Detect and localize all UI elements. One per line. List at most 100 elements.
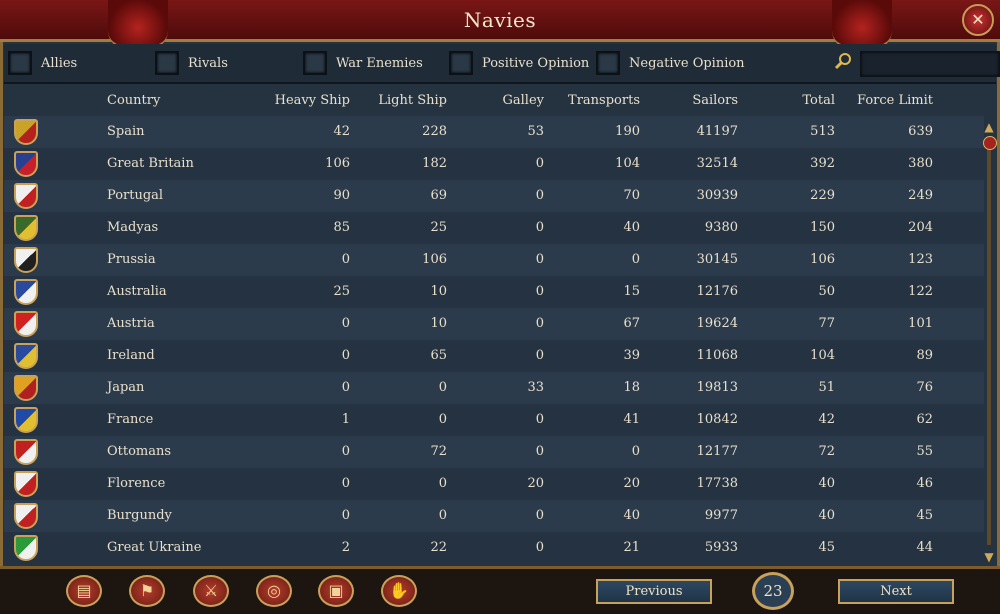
country-flag-icon[interactable] xyxy=(14,311,38,337)
flag-button[interactable]: ⚑ xyxy=(129,575,165,607)
column-header-force-limit[interactable]: Force Limit xyxy=(857,93,933,108)
scroll-track[interactable] xyxy=(987,140,991,545)
scroll-up-icon[interactable]: ▲ xyxy=(982,120,996,134)
rivals-checkbox[interactable] xyxy=(155,51,179,75)
country-flag-icon[interactable] xyxy=(14,471,38,497)
scrollbar[interactable]: ▲ ▼ xyxy=(982,118,997,570)
table-row[interactable]: Great Ukraine 2 22 0 21 5933 45 44 xyxy=(4,532,984,564)
cell-country: Australia xyxy=(107,284,167,299)
country-flag-icon[interactable] xyxy=(14,215,38,241)
table-row[interactable]: Spain 42 228 53 190 41197 513 639 xyxy=(4,116,984,148)
column-header-light-ship[interactable]: Light Ship xyxy=(378,93,447,108)
cell-sailors: 41197 xyxy=(696,124,738,139)
cell-light: 0 xyxy=(438,508,447,523)
cell-heavy: 0 xyxy=(341,476,350,491)
war-enemies-checkbox[interactable] xyxy=(303,51,327,75)
table-row[interactable]: Japan 0 0 33 18 19813 51 76 xyxy=(4,372,984,404)
filter-label: War Enemies xyxy=(336,55,423,71)
cell-light: 0 xyxy=(438,476,447,491)
table-row[interactable]: Prussia 0 106 0 0 30145 106 123 xyxy=(4,244,984,276)
cell-heavy: 1 xyxy=(341,412,350,427)
cell-heavy: 0 xyxy=(341,380,350,395)
cell-sailors: 10842 xyxy=(696,412,738,427)
cell-light: 69 xyxy=(430,188,447,203)
flag-icon: ⚑ xyxy=(139,581,155,600)
country-flag-icon[interactable] xyxy=(14,151,38,177)
table-row[interactable]: Burgundy 0 0 0 40 9977 40 45 xyxy=(4,500,984,532)
cell-heavy: 0 xyxy=(341,316,350,331)
cell-transports: 67 xyxy=(623,316,640,331)
cell-total: 40 xyxy=(818,476,835,491)
cell-transports: 40 xyxy=(623,220,640,235)
cell-force-limit: 249 xyxy=(908,188,933,203)
cell-galley: 0 xyxy=(535,508,544,523)
country-flag-icon[interactable] xyxy=(14,439,38,465)
country-flag-icon[interactable] xyxy=(14,407,38,433)
cell-sailors: 30939 xyxy=(696,188,738,203)
table-row[interactable]: Portugal 90 69 0 70 30939 229 249 xyxy=(4,180,984,212)
search-icon[interactable] xyxy=(834,52,852,70)
filter-positive-opinion[interactable]: Positive Opinion xyxy=(449,51,589,75)
country-flag-icon[interactable] xyxy=(14,279,38,305)
column-header-sailors[interactable]: Sailors xyxy=(692,93,738,108)
country-flag-icon[interactable] xyxy=(14,503,38,529)
cell-country: Portugal xyxy=(107,188,164,203)
country-flag-icon[interactable] xyxy=(14,535,38,561)
scroll-down-icon[interactable]: ▼ xyxy=(982,550,996,564)
country-flag-icon[interactable] xyxy=(14,375,38,401)
allies-checkbox[interactable] xyxy=(8,51,32,75)
cell-total: 45 xyxy=(818,540,835,555)
search-input[interactable] xyxy=(860,51,1000,77)
table-row[interactable]: Florence 0 0 20 20 17738 40 46 xyxy=(4,468,984,500)
column-header-country[interactable]: Country xyxy=(107,93,160,108)
country-flag-icon[interactable] xyxy=(14,183,38,209)
cell-transports: 104 xyxy=(615,156,640,171)
cell-country: Great Britain xyxy=(107,156,194,171)
ledger-button[interactable]: ▤ xyxy=(66,575,102,607)
cell-sailors: 12177 xyxy=(696,444,738,459)
close-button[interactable]: ✕ xyxy=(962,4,994,36)
filter-negative-opinion[interactable]: Negative Opinion xyxy=(596,51,745,75)
cell-total: 104 xyxy=(810,348,835,363)
previous-button[interactable]: Previous xyxy=(596,579,712,604)
cell-transports: 39 xyxy=(623,348,640,363)
table-row[interactable]: Ottomans 0 72 0 0 12177 72 55 xyxy=(4,436,984,468)
filter-rivals[interactable]: Rivals xyxy=(155,51,228,75)
table-row[interactable]: Austria 0 10 0 67 19624 77 101 xyxy=(4,308,984,340)
country-flag-icon[interactable] xyxy=(14,119,38,145)
cell-total: 50 xyxy=(818,284,835,299)
trade-goods-button[interactable]: ▣ xyxy=(318,575,354,607)
table-row[interactable]: France 1 0 0 41 10842 42 62 xyxy=(4,404,984,436)
table-row[interactable]: Australia 25 10 0 15 12176 50 122 xyxy=(4,276,984,308)
cell-total: 72 xyxy=(818,444,835,459)
cell-transports: 0 xyxy=(631,252,640,267)
cell-light: 72 xyxy=(430,444,447,459)
cell-transports: 15 xyxy=(623,284,640,299)
column-header-galley[interactable]: Galley xyxy=(503,93,545,108)
filter-war-enemies[interactable]: War Enemies xyxy=(303,51,423,75)
table-row[interactable]: Ireland 0 65 0 39 11068 104 89 xyxy=(4,340,984,372)
crossed-swords-button[interactable]: ⚔ xyxy=(193,575,229,607)
country-flag-icon[interactable] xyxy=(14,247,38,273)
table-row[interactable]: Great Britain 106 182 0 104 32514 392 380 xyxy=(4,148,984,180)
table-row[interactable]: Madyas 85 25 0 40 9380 150 204 xyxy=(4,212,984,244)
column-header-transports[interactable]: Transports xyxy=(568,93,640,108)
country-flag-icon[interactable] xyxy=(14,343,38,369)
cell-sailors: 9380 xyxy=(704,220,738,235)
scroll-thumb[interactable] xyxy=(983,136,997,150)
cell-heavy: 0 xyxy=(341,444,350,459)
handshake-button[interactable]: ✋ xyxy=(381,575,417,607)
cell-sailors: 19624 xyxy=(696,316,738,331)
cell-country: Burgundy xyxy=(107,508,172,523)
next-button[interactable]: Next xyxy=(838,579,954,604)
filter-allies[interactable]: Allies xyxy=(8,51,77,75)
column-header-heavy-ship[interactable]: Heavy Ship xyxy=(275,93,350,108)
column-header-total[interactable]: Total xyxy=(802,93,835,108)
cell-light: 25 xyxy=(430,220,447,235)
cell-country: France xyxy=(107,412,154,427)
coins-button[interactable]: ◎ xyxy=(256,575,292,607)
cell-total: 51 xyxy=(818,380,835,395)
negative-opinion-checkbox[interactable] xyxy=(596,51,620,75)
positive-opinion-checkbox[interactable] xyxy=(449,51,473,75)
cell-galley: 0 xyxy=(535,444,544,459)
